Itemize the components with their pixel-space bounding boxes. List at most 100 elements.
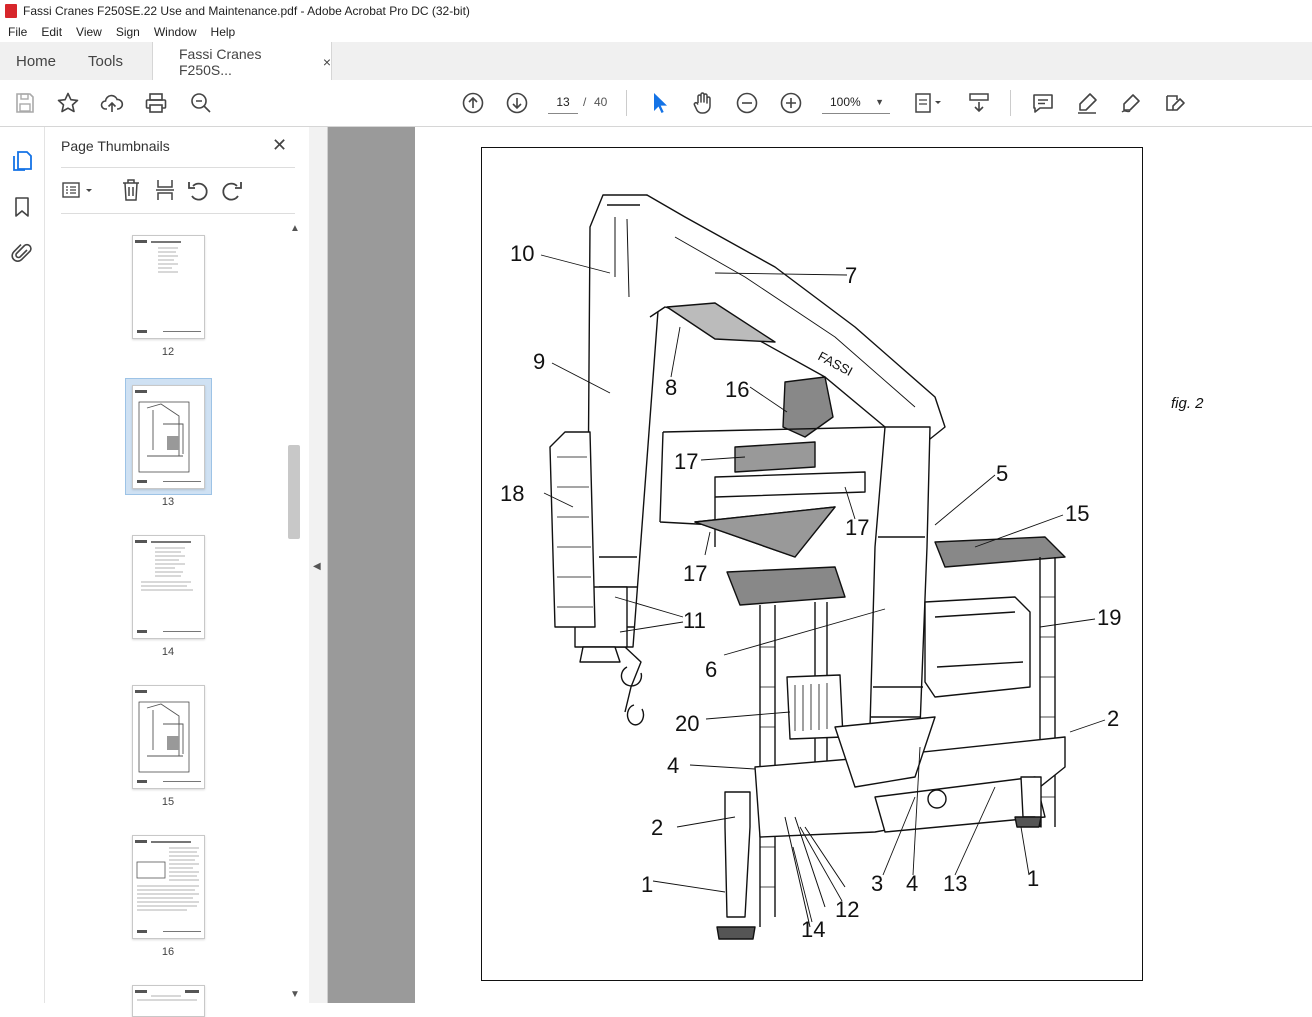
- page-thumbnail[interactable]: [132, 985, 205, 1017]
- hand-tool-button[interactable]: [690, 90, 716, 116]
- page-split-icon: [156, 180, 174, 200]
- plus-circle-icon: [780, 92, 802, 114]
- attachments-rail-button[interactable]: [10, 241, 34, 265]
- page-thumbnails-rail-button[interactable]: [10, 149, 34, 173]
- callout-label: 13: [943, 871, 967, 896]
- thumbnail-label: 13: [161, 496, 175, 508]
- callout-label: 12: [835, 897, 859, 922]
- page-thumbnail[interactable]: [132, 535, 205, 639]
- rotate-left-icon: [188, 182, 208, 201]
- callout-label: 20: [675, 711, 699, 736]
- panel-collapse-handle[interactable]: ◀: [309, 127, 328, 1003]
- arrow-down-circle-icon: [506, 92, 528, 114]
- callout-label: 3: [871, 871, 883, 896]
- hand-icon: [693, 92, 711, 114]
- trash-icon: [123, 179, 139, 201]
- thumbnail-scrollbar[interactable]: ▲ ▼: [287, 223, 301, 1003]
- rotate-cw-button[interactable]: [221, 178, 243, 207]
- scroll-down-icon[interactable]: ▼: [290, 989, 300, 1000]
- cursor-arrow-icon: [654, 93, 667, 113]
- thumbnail-options-button[interactable]: [61, 179, 95, 206]
- star-icon: [57, 92, 79, 113]
- page-thumbnail[interactable]: [132, 685, 205, 789]
- callout-label: 18: [500, 481, 524, 506]
- callout-label: 2: [1107, 706, 1119, 731]
- bookmarks-rail-button[interactable]: [10, 195, 34, 219]
- cloud-upload-button[interactable]: [99, 90, 125, 116]
- save-button[interactable]: [12, 90, 38, 116]
- callout-label: 8: [665, 375, 677, 400]
- panel-close-button[interactable]: ✕: [272, 135, 287, 156]
- callout-label: 4: [667, 753, 679, 778]
- thumbnail-preview: [135, 690, 201, 783]
- tab-close-button[interactable]: ×: [323, 54, 331, 70]
- menu-file[interactable]: File: [0, 25, 33, 39]
- zoom-in-button[interactable]: [778, 90, 804, 116]
- menu-help[interactable]: Help: [203, 25, 242, 39]
- page-thumbnail[interactable]: [132, 235, 205, 339]
- scroll-page-icon: [969, 93, 989, 113]
- save-icon: [16, 93, 34, 113]
- tab-bar: Home Tools Fassi Cranes F250S... ×: [0, 42, 1312, 81]
- thumbnail-preview: [135, 240, 201, 333]
- list-options-icon: [62, 182, 92, 198]
- callout-label: 16: [725, 377, 749, 402]
- paperclip-icon: [11, 243, 32, 262]
- page-number-input[interactable]: 13: [548, 91, 578, 114]
- thumbnail-label: 16: [161, 946, 175, 958]
- tab-tools[interactable]: Tools: [88, 42, 123, 80]
- thumbnail-label: 14: [161, 646, 175, 658]
- callout-label: 9: [533, 349, 545, 374]
- menu-edit[interactable]: Edit: [33, 25, 68, 39]
- highlight-button[interactable]: [1074, 90, 1100, 116]
- extract-pages-button[interactable]: [154, 178, 176, 207]
- document-page: fig. 2 FASSI 10 7 9 8 16 17 18 5 15 17 1…: [415, 127, 1312, 1003]
- next-page-button[interactable]: [504, 90, 530, 116]
- callout-label: 17: [683, 561, 707, 586]
- previous-page-button[interactable]: [460, 90, 486, 116]
- tab-document[interactable]: Fassi Cranes F250S... ×: [152, 42, 332, 81]
- minus-circle-icon: [736, 92, 758, 114]
- menu-window[interactable]: Window: [146, 25, 203, 39]
- toolbar-divider-2: [1010, 90, 1011, 116]
- zoom-search-button[interactable]: [188, 90, 214, 116]
- comment-button[interactable]: [1030, 90, 1056, 116]
- callout-label: 14: [801, 917, 825, 942]
- chevron-down-icon: ▼: [875, 97, 884, 107]
- page-thumbnail[interactable]: [132, 835, 205, 939]
- page-display-button[interactable]: [910, 90, 946, 116]
- chevron-left-icon: ◀: [313, 561, 321, 572]
- fill-sign-button[interactable]: [1162, 90, 1188, 116]
- menu-bar: File Edit View Sign Window Help: [0, 22, 1312, 42]
- callout-label: 1: [641, 872, 653, 897]
- select-tool-button[interactable]: [646, 90, 672, 116]
- rotate-ccw-button[interactable]: [187, 178, 209, 207]
- scrollbar-thumb[interactable]: [288, 445, 300, 539]
- print-button[interactable]: [143, 90, 169, 116]
- magnifier-minus-icon: [191, 93, 211, 113]
- callout-label: 4: [906, 871, 918, 896]
- printer-icon: [145, 93, 167, 113]
- menu-sign[interactable]: Sign: [108, 25, 146, 39]
- toolbar-divider: [626, 90, 627, 116]
- delete-pages-button[interactable]: [120, 178, 142, 207]
- callout-label: 11: [683, 608, 706, 633]
- title-bar: Fassi Cranes F250SE.22 Use and Maintenan…: [0, 0, 1312, 22]
- document-background: [328, 127, 415, 1003]
- scrolling-mode-button[interactable]: [966, 90, 992, 116]
- zoom-level-select[interactable]: 100% ▼: [822, 91, 890, 114]
- page-total: 40: [594, 95, 608, 109]
- panel-divider-2: [61, 213, 295, 214]
- draw-button[interactable]: [1118, 90, 1144, 116]
- tab-home[interactable]: Home: [16, 42, 56, 80]
- scroll-up-icon[interactable]: ▲: [290, 223, 300, 234]
- zoom-out-button[interactable]: [734, 90, 760, 116]
- menu-view[interactable]: View: [68, 25, 108, 39]
- page-separator: /: [583, 95, 587, 109]
- bookmark-icon: [15, 197, 29, 217]
- pages-icon: [13, 151, 32, 171]
- page-thumbnail-selected[interactable]: [132, 385, 205, 489]
- arrow-up-circle-icon: [462, 92, 484, 114]
- bookmark-star-button[interactable]: [55, 90, 81, 116]
- sign-pen-icon: [1166, 95, 1185, 111]
